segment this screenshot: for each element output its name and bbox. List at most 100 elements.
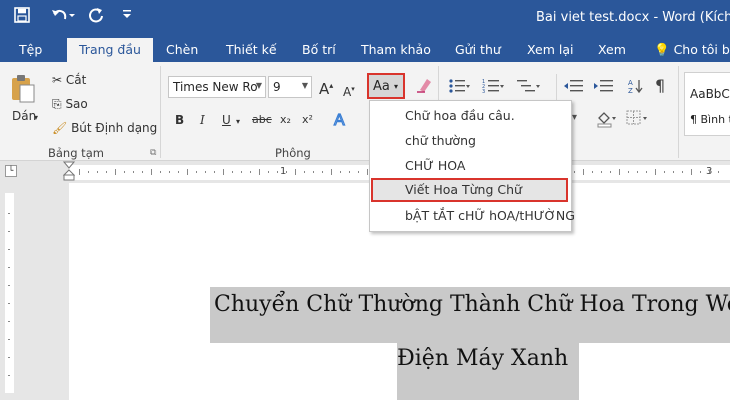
ruler-tick	[8, 339, 10, 340]
ruler-tick	[8, 357, 10, 358]
font-size-combo[interactable]: 9 ▼	[268, 76, 312, 98]
ribbon-tab-bar: Tệp Trang đầu Chèn Thiết kế Bố trí Tham …	[0, 36, 730, 62]
ruler-tick	[151, 169, 152, 175]
ruler-tick	[619, 169, 620, 175]
horizontal-ruler-row: └ 1 3	[0, 161, 730, 183]
chevron-down-icon: ▼	[301, 81, 308, 90]
group-separator	[160, 66, 161, 158]
subscript-button[interactable]: x₂	[280, 112, 291, 128]
ruler-tick	[178, 171, 179, 173]
menu-item-sentence-case[interactable]: Chữ hoa đầu câu.	[371, 104, 568, 128]
dialog-launcher-icon[interactable]: ⧉	[150, 148, 156, 158]
bold-button[interactable]: B	[175, 112, 184, 128]
ruler-tick	[718, 171, 719, 173]
paste-button[interactable]: Dán	[12, 108, 36, 124]
format-painter-button[interactable]: 🖌 Bút Định dạng	[52, 120, 157, 136]
ruler-tick	[646, 171, 647, 173]
change-case-menu: Chữ hoa đầu câu. chữ thường CHỮ HOA Viết…	[369, 100, 575, 232]
decrease-indent-icon[interactable]	[564, 78, 584, 97]
italic-button[interactable]: I	[200, 112, 205, 128]
multilevel-list-icon[interactable]	[517, 78, 541, 97]
ruler-tick	[655, 169, 656, 175]
ruler-tick	[133, 171, 134, 173]
ruler-tick	[358, 171, 359, 173]
svg-text:Z: Z	[628, 87, 633, 94]
change-case-button[interactable]: Aa ▾	[367, 73, 405, 99]
redo-icon[interactable]	[88, 7, 104, 28]
font-name-value: Times New Ro	[173, 80, 258, 94]
borders-icon[interactable]	[626, 110, 648, 129]
ruler-tick	[124, 171, 125, 173]
chevron-down-icon[interactable]: ▾	[236, 114, 240, 130]
ruler-tick	[8, 213, 10, 214]
ruler-tick	[8, 375, 10, 376]
ruler-tick	[8, 267, 10, 268]
tab-review[interactable]: Xem lại	[527, 42, 573, 57]
tab-layout[interactable]: Bố trí	[302, 42, 336, 57]
ruler-tick	[115, 169, 116, 175]
show-formatting-marks-icon[interactable]: ¶	[655, 76, 665, 95]
menu-item-toggle-case[interactable]: bẬT tẮT cHỮ hOA/tHƯỜNG	[371, 204, 575, 228]
format-painter-label: Bút Định dạng	[71, 121, 158, 135]
tab-home[interactable]: Trang đầu	[67, 38, 153, 62]
menu-item-uppercase[interactable]: CHỮ HOA	[371, 154, 568, 178]
superscript-button[interactable]: x²	[302, 112, 313, 128]
document-line-2[interactable]: Điện Máy Xanh	[397, 346, 568, 371]
font-name-combo[interactable]: Times New Ro ▼	[168, 76, 266, 98]
ruler-tick	[160, 171, 161, 173]
ruler-tick	[637, 171, 638, 173]
font-size-value: 9	[273, 80, 281, 94]
ruler-tick	[196, 171, 197, 173]
undo-icon[interactable]	[50, 7, 76, 28]
clear-formatting-icon[interactable]	[415, 76, 433, 97]
save-icon[interactable]	[14, 7, 30, 28]
grow-font-button[interactable]: A▴	[319, 78, 333, 97]
ruler-tick	[232, 171, 233, 173]
paste-dropdown-icon[interactable]: ▾	[34, 110, 38, 126]
ruler-tick	[187, 169, 188, 175]
sort-icon[interactable]: AZ	[628, 78, 644, 97]
document-line-1[interactable]: Chuyển Chữ Thường Thành Chữ Hoa Trong Wo	[214, 292, 730, 317]
tell-me-label: Cho tôi bi	[673, 42, 730, 57]
text-effects-icon[interactable]: A	[333, 110, 349, 131]
tab-insert[interactable]: Chèn	[166, 42, 198, 57]
increase-indent-icon[interactable]	[594, 78, 614, 97]
strikethrough-button[interactable]: abc	[252, 112, 272, 128]
menu-item-lowercase[interactable]: chữ thường	[371, 129, 568, 153]
ruler-tick	[79, 169, 80, 175]
tab-selector-icon[interactable]: └	[5, 165, 17, 177]
tab-mailings[interactable]: Gửi thư	[455, 42, 501, 57]
numbering-icon[interactable]: 123	[482, 78, 504, 97]
underline-button[interactable]: U	[222, 112, 231, 128]
ruler-tick	[8, 231, 10, 232]
tell-me-box[interactable]: 💡 Cho tôi bi	[654, 42, 730, 58]
menu-item-capitalize-each-word[interactable]: Viết Hoa Từng Chữ	[371, 178, 568, 202]
cut-button[interactable]: ✂ Cắt	[52, 72, 86, 88]
tab-design[interactable]: Thiết kế	[226, 42, 277, 57]
shading-icon[interactable]	[596, 110, 616, 131]
ruler-tick	[574, 171, 575, 173]
copy-label: Sao	[65, 97, 88, 111]
svg-text:A: A	[628, 79, 633, 87]
vertical-ruler[interactable]	[0, 183, 18, 400]
styles-gallery[interactable]: AaBbC ¶ Bình t	[684, 72, 730, 136]
ruler-tick	[223, 169, 224, 175]
window-title: Bai viet test.docx - Word (Kích hoạt	[536, 10, 730, 25]
ruler-tick	[700, 171, 701, 173]
shrink-font-button[interactable]: A▾	[343, 81, 355, 100]
ruler-number: 1	[280, 166, 287, 177]
lightbulb-icon: 💡	[654, 42, 670, 57]
customize-qat-icon[interactable]	[122, 7, 132, 27]
paste-icon[interactable]	[10, 74, 36, 107]
ruler-tick	[583, 169, 584, 175]
tab-file[interactable]: Tệp	[19, 42, 42, 57]
copy-button[interactable]: ⎘ Sao	[52, 96, 88, 112]
justify-icon[interactable]: ▾	[572, 112, 577, 123]
bullets-icon[interactable]	[448, 78, 470, 97]
chevron-down-icon: ▾	[394, 82, 399, 91]
chevron-down-icon: ▼	[255, 81, 262, 90]
tab-references[interactable]: Tham khảo	[361, 42, 431, 57]
ruler-tick	[259, 169, 260, 175]
ruler-tick	[592, 171, 593, 173]
tab-view[interactable]: Xem	[598, 42, 626, 57]
